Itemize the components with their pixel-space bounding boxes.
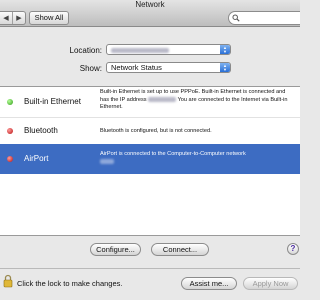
- nav-button-group: ◀ ▶: [0, 11, 26, 25]
- forward-button[interactable]: ▶: [12, 12, 25, 24]
- assist-me-button[interactable]: Assist me...: [181, 277, 237, 290]
- popup-arrows-icon: ▲ ▼: [220, 63, 230, 72]
- lock-message: Click the lock to make changes.: [17, 279, 123, 288]
- port-list: Built-in Ethernet Built-in Ethernet is s…: [0, 86, 300, 236]
- ip-address-redacted: [148, 96, 177, 102]
- search-icon: [232, 14, 240, 22]
- back-button[interactable]: ◀: [0, 12, 12, 24]
- status-red-icon: [7, 128, 13, 134]
- network-name-redacted: [100, 158, 114, 164]
- port-name: AirPort: [24, 154, 49, 163]
- port-description-part: AirPort is connected to the Computer-to-…: [100, 151, 246, 157]
- show-all-button[interactable]: Show All: [29, 11, 69, 25]
- location-value-redacted: [111, 47, 169, 53]
- show-popup-value: Network Status: [111, 63, 162, 72]
- connect-button[interactable]: Connect...: [151, 243, 209, 256]
- chevron-left-icon: ◀: [3, 15, 9, 22]
- status-red-icon: [7, 156, 13, 162]
- location-popup[interactable]: ▲ ▼: [106, 44, 231, 55]
- show-popup[interactable]: Network Status ▲ ▼: [106, 62, 231, 73]
- port-name: Bluetooth: [24, 126, 58, 135]
- status-green-icon: [7, 99, 13, 105]
- configure-button[interactable]: Configure...: [90, 243, 141, 256]
- port-description: AirPort is connected to the Computer-to-…: [100, 151, 295, 166]
- chevron-right-icon: ▶: [16, 15, 22, 22]
- search-input[interactable]: [242, 13, 298, 23]
- port-description: Bluetooth is configured, but is not conn…: [100, 128, 212, 134]
- port-description: Built-in Ethernet is set up to use PPPoE…: [100, 89, 295, 112]
- lock-icon[interactable]: [3, 274, 13, 288]
- apply-now-button[interactable]: Apply Now: [243, 277, 298, 290]
- search-field[interactable]: [228, 11, 300, 25]
- list-item-airport[interactable]: AirPort AirPort is connected to the Comp…: [0, 144, 300, 174]
- location-label: Location:: [69, 46, 102, 55]
- window-toolbar: Network ◀ ▶ Show All: [0, 0, 300, 27]
- window-title: Network: [135, 0, 165, 9]
- popup-arrows-icon: ▲ ▼: [220, 45, 230, 54]
- help-button[interactable]: ?: [287, 243, 299, 255]
- port-name: Built-in Ethernet: [24, 97, 81, 106]
- list-item-built-in-ethernet[interactable]: Built-in Ethernet Built-in Ethernet is s…: [0, 87, 300, 117]
- show-label: Show:: [79, 64, 102, 73]
